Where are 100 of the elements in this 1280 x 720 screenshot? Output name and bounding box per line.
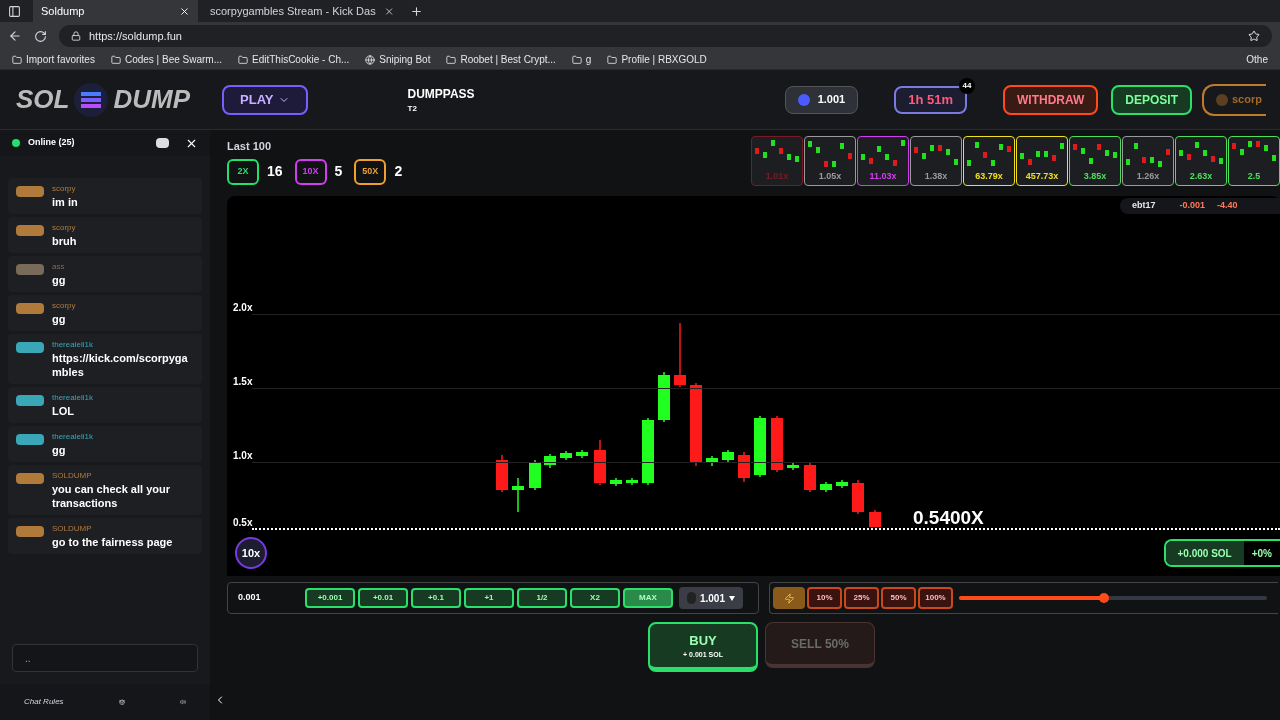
candlestick <box>544 453 556 469</box>
chat-text: LOL <box>52 404 75 418</box>
avatar-icon <box>1216 93 1228 106</box>
current-multiplier: 0.5400X <box>913 506 984 530</box>
stats-title: Last 100 <box>227 139 273 154</box>
lightning-icon <box>783 592 795 604</box>
balance-pill[interactable]: 1.001 <box>784 85 859 114</box>
play-button[interactable]: PLAY <box>222 84 308 115</box>
address-field[interactable]: https://soldump.fun <box>59 25 1272 47</box>
folder-icon <box>110 54 121 65</box>
candlestick <box>754 415 766 478</box>
chat-username: scorpy <box>52 183 77 195</box>
folder-icon <box>12 54 22 65</box>
chat-text: gg <box>52 443 67 457</box>
history-tile[interactable]: 63.79x <box>963 136 1015 186</box>
globe-icon <box>365 54 376 65</box>
candlestick <box>852 479 864 515</box>
bookmark[interactable]: Othe <box>1246 52 1268 67</box>
bookmark[interactable]: Profile | RBXGOLD <box>607 52 707 67</box>
history-tile[interactable]: 1.05x <box>804 136 856 186</box>
chat-text: https://kick.com/scorpygambles <box>52 351 189 379</box>
multiplier-badge: 10X <box>294 158 327 185</box>
timer-badge: 44 <box>958 77 975 94</box>
candlestick <box>642 417 654 486</box>
favorite-icon[interactable] <box>1248 30 1260 42</box>
back-icon[interactable] <box>8 29 22 43</box>
bookmark[interactable]: g <box>571 52 592 67</box>
multiplier-badge: 50X <box>354 158 387 185</box>
bet-adjust-button[interactable]: MAX <box>623 588 673 608</box>
chat-input[interactable]: .. <box>12 644 198 672</box>
tier-text: T2 <box>407 102 417 115</box>
candlestick <box>804 462 816 493</box>
chat-text: go to the fairness page <box>52 535 173 549</box>
history-tile[interactable]: 1.26x <box>1122 136 1174 186</box>
bet-adjust-button[interactable]: +0.01 <box>358 588 408 608</box>
bet-adjust-button[interactable]: 1/2 <box>517 588 567 608</box>
withdraw-button[interactable]: WITHDRAW <box>1002 84 1099 115</box>
candlestick <box>496 454 508 493</box>
chat-rules-link[interactable]: Chat Rules <box>24 696 64 708</box>
candlestick <box>610 477 622 487</box>
bet-amount[interactable]: 0.001 <box>238 591 302 605</box>
chat-username: therealeli1k <box>52 339 94 351</box>
chat-text: you can check all your transactions <box>52 482 171 510</box>
bookmark[interactable]: Import favorites <box>12 52 95 67</box>
axis-label: 0.5x <box>232 516 253 530</box>
bet-adjust-button[interactable]: X2 <box>570 588 620 608</box>
leaderboard-row: ebt17 -0.001 -4.40 <box>1120 198 1280 214</box>
browser-tab[interactable]: scorpygambles Stream - Kick Das <box>202 0 402 22</box>
sell-slider-track[interactable] <box>959 596 1267 600</box>
folder-icon <box>238 54 248 65</box>
quick-sell-button[interactable] <box>773 587 805 609</box>
chat-username: ass <box>52 261 66 273</box>
profile-pill[interactable]: scorp <box>1202 83 1266 116</box>
bet-adjust-button[interactable]: +0.001 <box>305 588 355 608</box>
candlestick <box>626 477 638 486</box>
online-count: Online (25) <box>28 136 75 150</box>
history-tile[interactable]: 2.5 <box>1228 136 1280 186</box>
candlestick <box>512 477 524 513</box>
close-icon[interactable] <box>179 5 190 17</box>
chat-text: bruh <box>52 234 77 248</box>
url-text: https://soldump.fun <box>89 28 182 44</box>
chat-username: SOLDUMP <box>52 470 93 482</box>
candlestick <box>674 323 686 388</box>
lock-icon <box>71 31 81 41</box>
history-tile[interactable]: 457.73x <box>1016 136 1068 186</box>
candlestick <box>869 509 881 528</box>
candlestick <box>722 449 734 463</box>
bookmark[interactable]: Sniping Bot <box>365 52 431 67</box>
candlestick <box>529 459 541 491</box>
speaker-icon[interactable] <box>179 696 186 708</box>
bookmark[interactable]: EditThisCookie - Ch... <box>238 52 350 67</box>
candlestick <box>576 449 588 459</box>
chat-username: therealeli1k <box>52 392 93 404</box>
bookmark[interactable]: Codes | Bee Swarm... <box>110 52 222 67</box>
new-tab-icon[interactable] <box>410 4 423 18</box>
candlestick <box>594 439 606 486</box>
balance-select[interactable]: 1.001 <box>679 587 743 609</box>
reload-icon[interactable] <box>34 29 47 43</box>
logo-text: DUMP <box>113 83 190 116</box>
chat-text: gg <box>52 273 66 287</box>
stats-count: 2 <box>394 162 403 181</box>
candlestick <box>658 371 670 423</box>
history-tile[interactable]: 3.85x <box>1069 136 1121 186</box>
coin-icon <box>797 93 810 106</box>
dumppass-title: DUMPPASS <box>407 85 475 103</box>
candlestick <box>836 479 848 489</box>
scale-icon[interactable] <box>118 696 125 708</box>
tab-actions-icon[interactable] <box>8 4 21 18</box>
history-tile[interactable]: 11.03x <box>857 136 909 186</box>
history-tile[interactable]: 1.38x <box>910 136 962 186</box>
deposit-button[interactable]: DEPOSIT <box>1111 84 1192 115</box>
bet-adjust-button[interactable]: +1 <box>464 588 514 608</box>
chat-text: im in <box>52 195 78 209</box>
bet-adjust-button[interactable]: +0.1 <box>411 588 461 608</box>
browser-tab[interactable]: Soldump <box>33 0 198 22</box>
axis-label: 2.0x <box>232 301 253 315</box>
dropdown-icon <box>729 595 735 601</box>
bookmark[interactable]: Roobet | Best Crypt... <box>446 52 556 67</box>
history-tile[interactable]: 2.63x <box>1175 136 1227 186</box>
folder-icon <box>607 54 618 65</box>
